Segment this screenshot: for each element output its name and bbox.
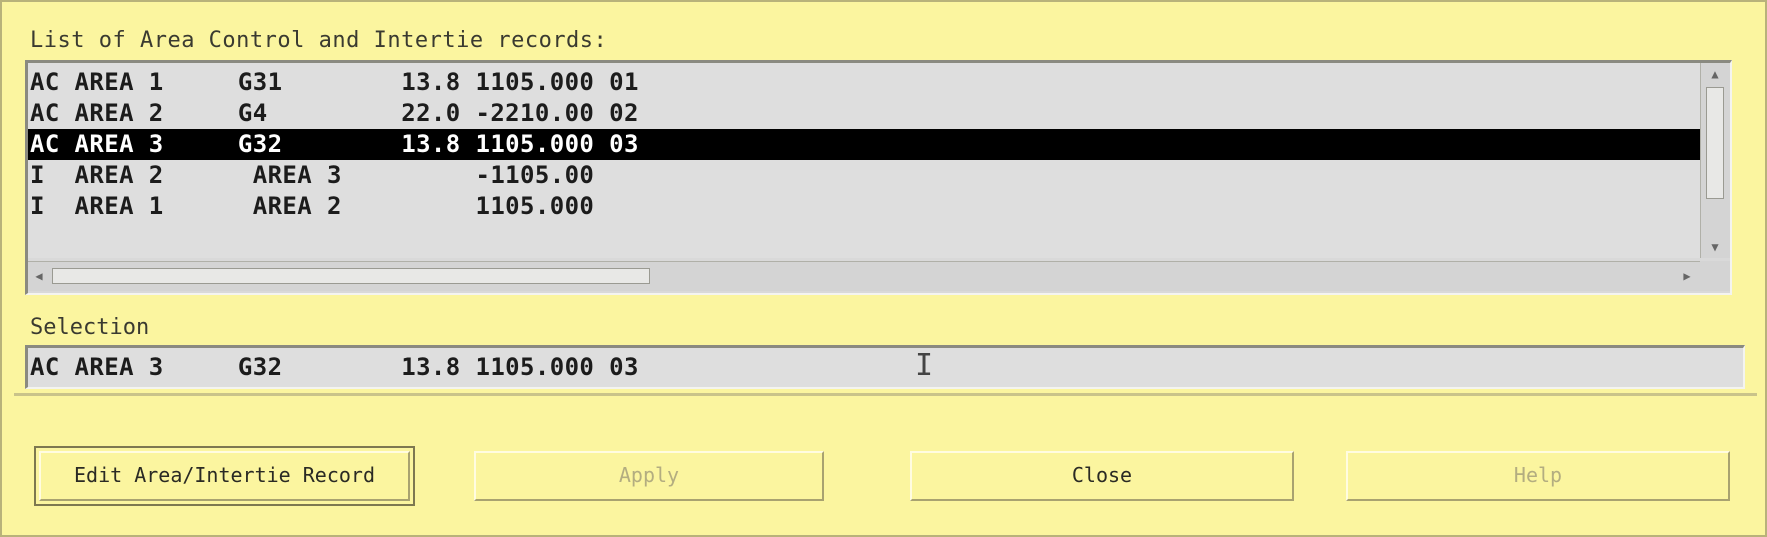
edit-record-button[interactable]: Edit Area/Intertie Record [34, 446, 415, 506]
apply-button[interactable]: Apply [474, 451, 824, 501]
list-item[interactable]: AC AREA 2 G4 22.0 -2210.00 02 [28, 98, 1700, 129]
records-list[interactable]: AC AREA 1 G31 13.8 1105.000 01 AC AREA 2… [25, 60, 1732, 295]
selection-field[interactable]: AC AREA 3 G32 13.8 1105.000 03 [25, 345, 1745, 389]
scroll-right-arrow-icon[interactable]: ▶ [1678, 267, 1696, 285]
vertical-scroll-thumb[interactable] [1706, 87, 1724, 199]
close-button[interactable]: Close [910, 451, 1294, 501]
help-button[interactable]: Help [1346, 451, 1730, 501]
scroll-up-arrow-icon[interactable]: ▲ [1705, 65, 1725, 83]
scrollbar-corner [1700, 261, 1730, 291]
records-list-viewport[interactable]: AC AREA 1 G31 13.8 1105.000 01 AC AREA 2… [28, 63, 1700, 258]
records-list-label: List of Area Control and Intertie record… [30, 28, 608, 53]
list-item-selected[interactable]: AC AREA 3 G32 13.8 1105.000 03 [28, 129, 1700, 160]
list-item[interactable]: I AREA 2 AREA 3 -1105.00 [28, 160, 1700, 191]
area-intertie-dialog: List of Area Control and Intertie record… [0, 0, 1767, 537]
list-item[interactable]: AC AREA 1 G31 13.8 1105.000 01 [28, 67, 1700, 98]
selection-label: Selection [30, 315, 150, 340]
horizontal-scrollbar[interactable]: ◀ ▶ [28, 261, 1700, 291]
text-cursor-icon: I [915, 348, 934, 383]
vertical-scrollbar[interactable]: ▲ ▼ [1700, 63, 1730, 258]
scroll-down-arrow-icon[interactable]: ▼ [1705, 238, 1725, 256]
scroll-left-arrow-icon[interactable]: ◀ [30, 267, 48, 285]
horizontal-scroll-thumb[interactable] [52, 268, 650, 284]
list-item[interactable]: I AREA 1 AREA 2 1105.000 [28, 191, 1700, 222]
records-panel: List of Area Control and Intertie record… [14, 10, 1757, 396]
